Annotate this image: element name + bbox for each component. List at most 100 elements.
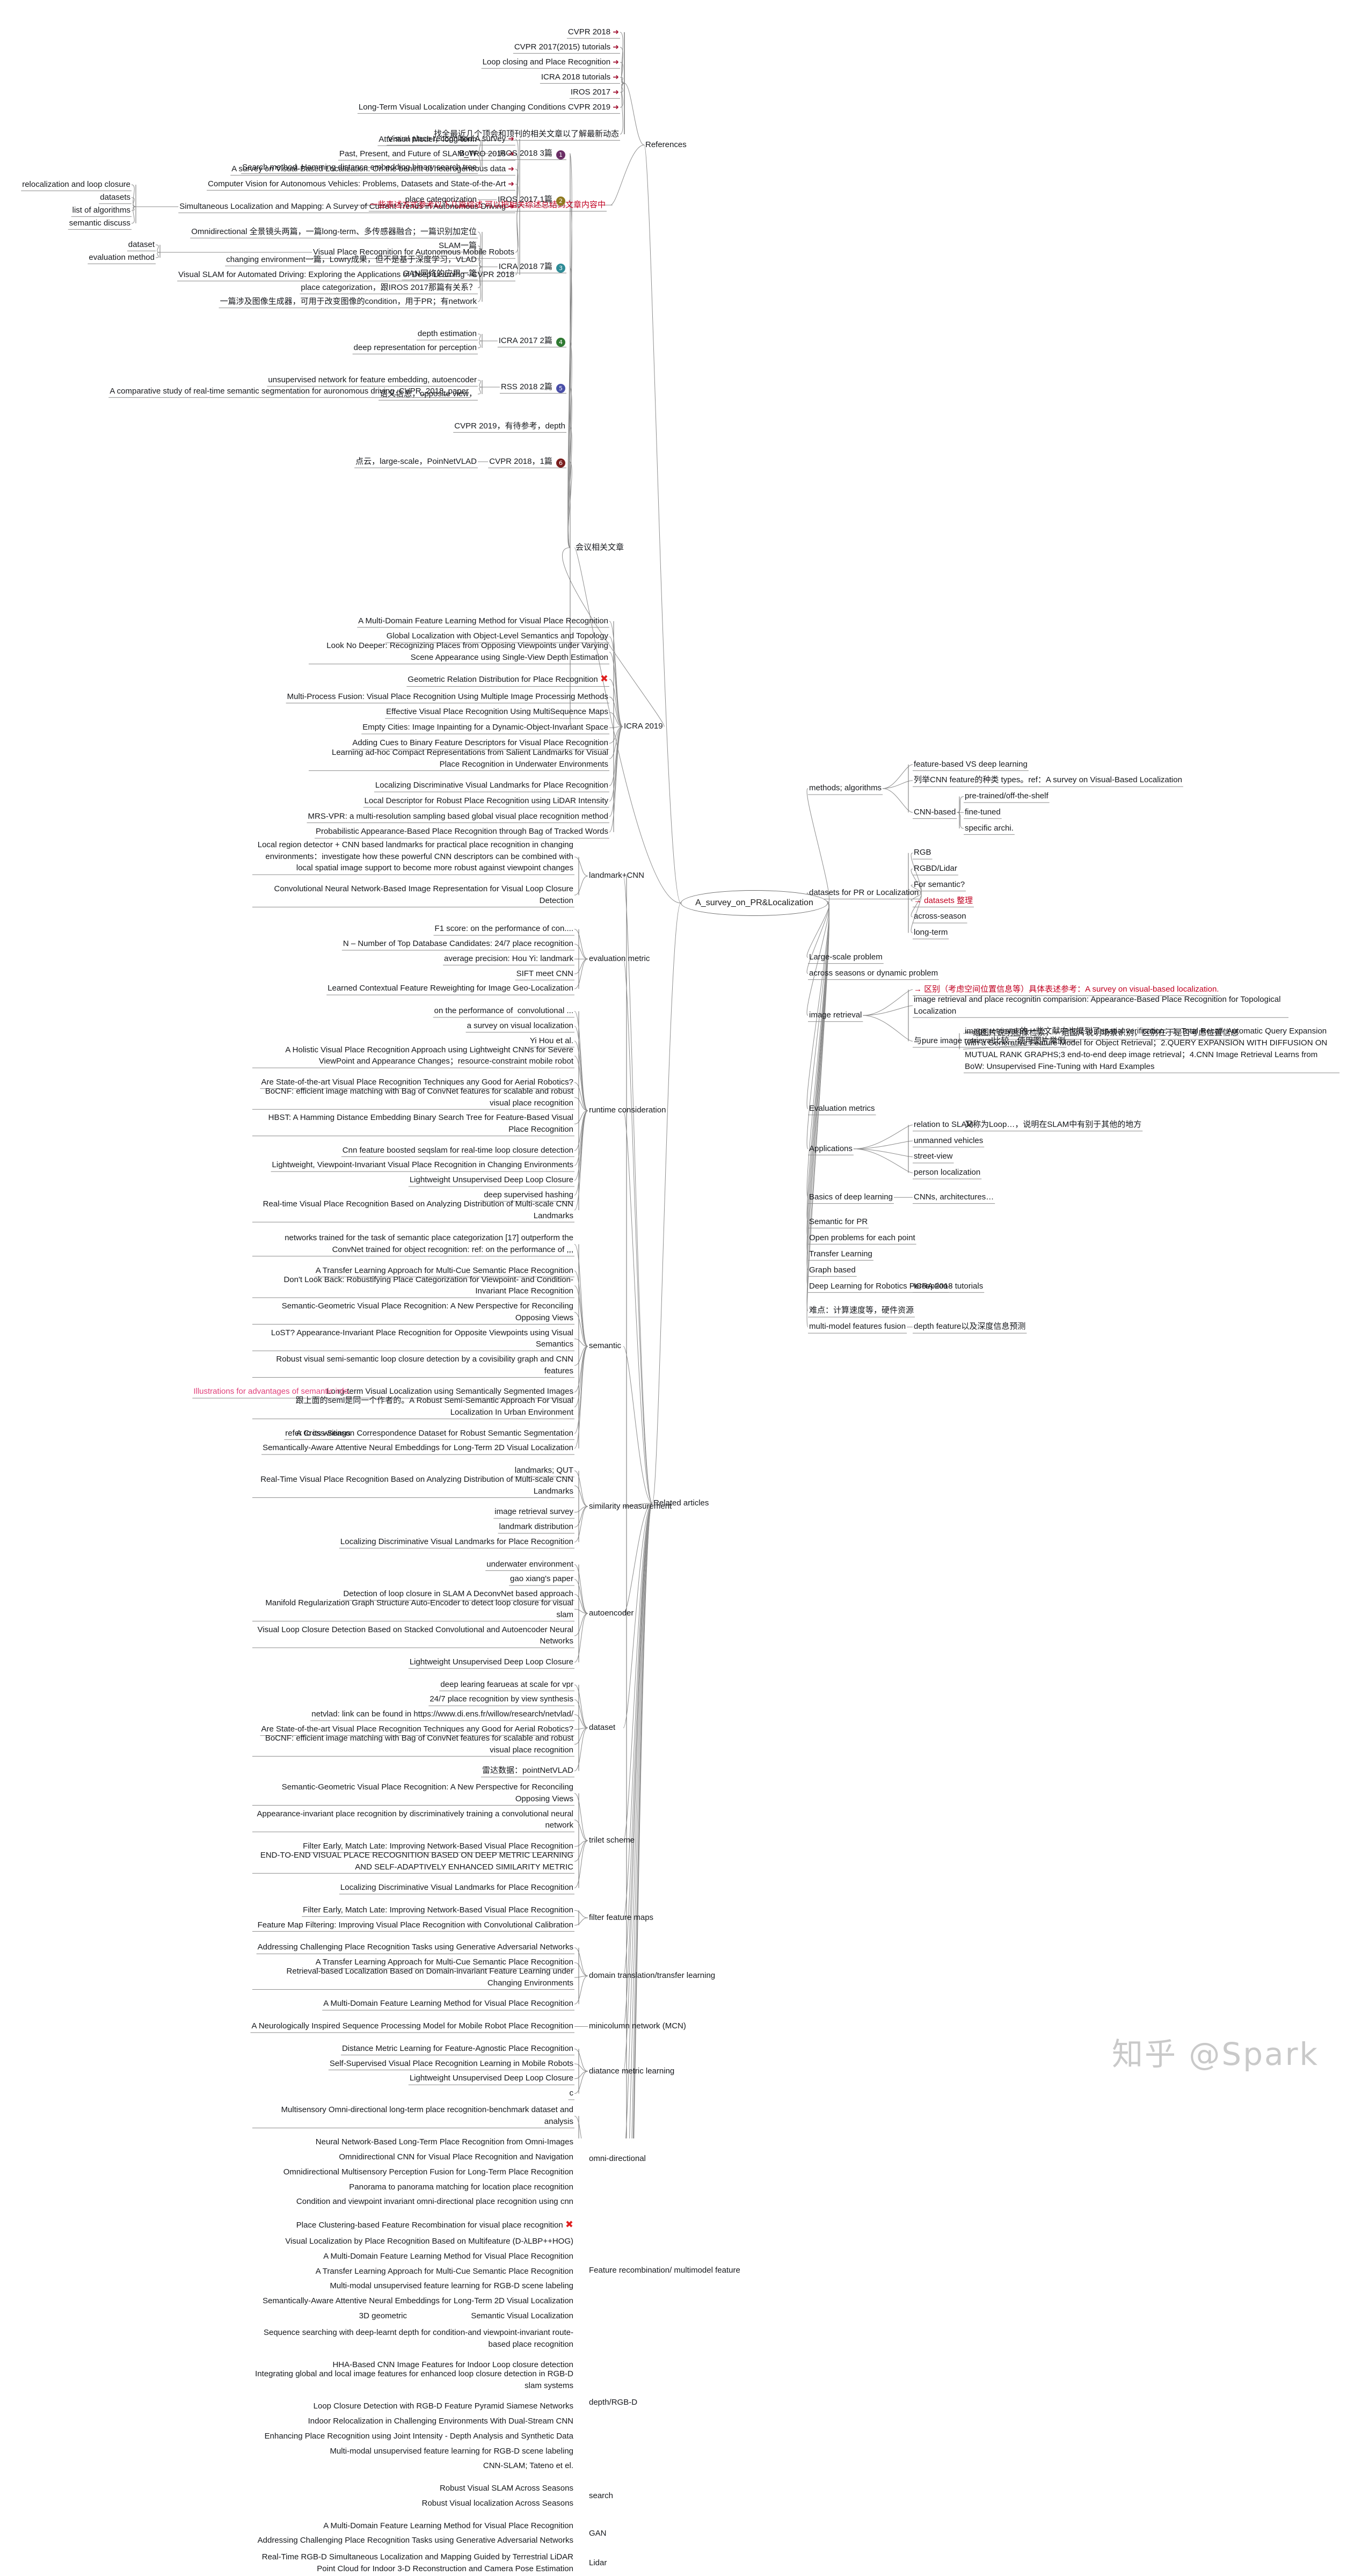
survey-grandchild[interactable]: 又称为Loop…，说明在SLAM中有别于其他的地方 [964, 1118, 1142, 1132]
related-group-label[interactable]: filter feature maps [588, 1911, 654, 1925]
conference-group-title[interactable]: CVPR 2018，1篇 6 [488, 455, 566, 469]
survey-child[interactable]: image retrieval and place recognitin com… [913, 993, 1288, 1018]
survey-branch[interactable]: Semantic for PR [808, 1216, 869, 1229]
related-annotation[interactable]: refer to its writings [284, 1427, 352, 1440]
survey-item[interactable]: Past, Present, and Future of SLAM_TRO 20… [338, 148, 515, 161]
conference-child[interactable]: deep representation for perception [353, 341, 478, 355]
survey-child[interactable]: CNN-based [913, 806, 957, 819]
conference-group-title[interactable]: IROS 2018 3篇 1 [497, 147, 566, 161]
icra2019-item[interactable]: Look No Deeper: Recognizing Places from … [309, 639, 609, 665]
conference-child[interactable]: Attention Model，long-term [377, 133, 478, 147]
related-item[interactable]: Neural Network-Based Long-Term Place Rec… [315, 2136, 574, 2149]
survey-branch[interactable]: 难点：计算速度等，硬件资源 [808, 1304, 915, 1318]
icra2019-item[interactable]: Probabilistic Appearance-Based Place Rec… [315, 825, 609, 839]
related-item[interactable]: Semantic Visual Localization [470, 2310, 574, 2323]
related-group-label[interactable]: depth/RGB-D [588, 2396, 638, 2410]
survey-child[interactable]: RGBD/Lidar [913, 862, 958, 876]
related-item[interactable]: BoCNF: efficient image matching with Bag… [252, 1085, 574, 1110]
survey-branch[interactable]: Applications [808, 1143, 854, 1156]
icra2019-item[interactable]: Multi-Process Fusion: Visual Place Recog… [286, 690, 609, 704]
conference-child[interactable]: BoW [458, 147, 478, 161]
related-item[interactable]: Feature Map Filtering: Improving Visual … [252, 1919, 574, 1932]
conference-child[interactable]: place categorization，跟IROS 2017那篇有关系？ [300, 281, 478, 295]
survey-branch[interactable]: Basics of deep learning [808, 1191, 894, 1204]
conference-group-title[interactable]: IROS 2017 1篇 2 [497, 193, 566, 207]
related-item[interactable]: A Holistic Visual Place Recognition Appr… [252, 1044, 574, 1069]
related-item[interactable]: Lightweight Unsupervised Deep Loop Closu… [409, 1656, 574, 1669]
conference-child[interactable]: Search method. Hamming distance embeddin… [241, 161, 478, 174]
conference-child[interactable]: changing environment一篇，Lowry成果，但不是基于深度学习… [225, 253, 478, 267]
icra2019-label[interactable]: ICRA 2019 [623, 720, 664, 733]
survey-branch[interactable]: Evaluation metrics [808, 1102, 876, 1116]
conference-group-title[interactable]: ICRA 2018 7篇 3 [498, 260, 566, 274]
related-item[interactable]: Addressing Challenging Place Recognition… [257, 2534, 574, 2548]
icra2019-item[interactable]: Local Descriptor for Robust Place Recogn… [363, 795, 609, 808]
related-group-label[interactable]: GAN [588, 2527, 608, 2541]
related-item[interactable]: Convolutional Neural Network-Based Image… [252, 883, 574, 908]
icra2019-item[interactable]: Effective Visual Place Recognition Using… [385, 705, 609, 719]
survey-branch[interactable]: Open problems for each point [808, 1232, 916, 1245]
related-item[interactable]: Semantic-Geometric Visual Place Recognit… [252, 1300, 574, 1325]
related-item[interactable]: Loop Closure Detection with RGB-D Featur… [312, 2400, 574, 2413]
survey-slam-child[interactable]: semantic discuss [68, 217, 132, 230]
conference-child[interactable]: Omnidirectional 全景镜头两篇，一篇long-term、多传感器融… [190, 225, 478, 239]
icra2019-item[interactable]: Localizing Discriminative Visual Landmar… [374, 779, 609, 792]
related-item[interactable]: Real-time Visual Place Recognition Based… [252, 1198, 574, 1223]
survey-child[interactable]: relation to SLAM [913, 1118, 974, 1132]
survey-grandchild[interactable]: fine-tuned [964, 806, 1002, 819]
related-item[interactable]: Learned Contextual Feature Reweighting f… [326, 982, 574, 995]
related-item[interactable]: 24/7 place recognition by view synthesis [428, 1693, 574, 1706]
survey-vpr-child[interactable]: evaluation method [88, 251, 156, 265]
reference-item[interactable]: IROS 2017 ➜ [570, 86, 620, 99]
survey-branch[interactable]: Transfer Learning [808, 1248, 873, 1261]
related-item[interactable]: deep learing fearueas at scale for vpr [439, 1678, 574, 1692]
survey-branch[interactable]: image retrieval [808, 1009, 863, 1022]
related-item[interactable]: Omnidirectional CNN for Visual Place Rec… [338, 2151, 574, 2164]
survey-child[interactable]: street-view [913, 1150, 954, 1163]
related-item[interactable]: Multi-modal unsupervised feature learnin… [329, 2445, 574, 2458]
conference-child[interactable]: depth estimation [417, 328, 478, 341]
related-item[interactable]: Indoor Relocalization in Challenging Env… [307, 2415, 574, 2428]
related-item[interactable]: CNN-SLAM; Tateno et el. [482, 2459, 574, 2473]
icra2019-item[interactable]: A Multi-Domain Feature Learning Method f… [357, 615, 609, 628]
related-group-label[interactable]: search [588, 2490, 614, 2503]
branch-conference-papers[interactable]: 会议相关文章 [574, 541, 625, 555]
related-item[interactable]: Omnidirectional Multisensory Perception … [282, 2166, 574, 2179]
survey-child[interactable]: → datasets 整理 [913, 894, 974, 908]
related-item[interactable]: on the performance of convolutional ... [433, 1005, 574, 1018]
survey-child[interactable]: across-season [913, 910, 967, 923]
related-group-label[interactable]: runtime consideration [588, 1104, 667, 1117]
reference-item[interactable]: Loop closing and Place Recognition ➜ [482, 56, 620, 69]
related-item[interactable]: Filter Early, Match Late: Improving Netw… [302, 1904, 574, 1917]
related-annotation[interactable]: Illustrations for advantages of semantic… [192, 1385, 352, 1399]
related-item[interactable]: Lightweight, Viewpoint-Invariant Visual … [271, 1159, 574, 1172]
survey-child[interactable]: 与pure image retrieval比较，使用图片举例 [913, 1035, 1067, 1048]
related-item[interactable]: SIFT meet CNN [515, 967, 574, 981]
related-item[interactable]: A Neurologically Inspired Sequence Proce… [250, 2020, 574, 2033]
conference-child[interactable]: SLAM一篇 [438, 239, 478, 253]
survey-branch[interactable]: across seasons or dynamic problem [808, 967, 939, 980]
related-group-label[interactable]: diatance metric learning [588, 2065, 675, 2078]
conference-group-title[interactable]: ICRA 2017 2篇 4 [498, 334, 566, 348]
related-item[interactable]: A Multi-Domain Feature Learning Method f… [322, 2520, 574, 2533]
conference-child[interactable]: 一篇涉及图像生成器，可用于改变图像的condition，用于PR；有networ… [219, 295, 478, 309]
related-item[interactable]: Cnn feature boosted seqslam for real-tim… [341, 1144, 574, 1158]
reference-item[interactable]: CVPR 2017(2015) tutorials ➜ [513, 41, 620, 54]
related-item[interactable]: Robust Visual localization Across Season… [421, 2497, 574, 2510]
related-item[interactable]: HBST: A Hamming Distance Embedding Binar… [252, 1111, 574, 1137]
survey-child[interactable]: CNNs, architectures… [913, 1191, 995, 1204]
related-item[interactable]: Distance Metric Learning for Feature-Agn… [341, 2042, 574, 2056]
related-group-label[interactable]: dataset [588, 1721, 616, 1735]
related-group-label[interactable]: trilet scheme [588, 1834, 636, 1847]
related-item[interactable]: gao xiang's paper [509, 1573, 574, 1586]
related-item[interactable]: Self-Supervised Visual Place Recognition… [329, 2057, 574, 2071]
related-item[interactable]: Retrieval-based Localization Based on Do… [252, 1965, 574, 1990]
related-item[interactable]: Lightweight Unsupervised Deep Loop Closu… [409, 2072, 574, 2085]
related-item[interactable]: landmark distribution [498, 1520, 574, 1534]
root-node[interactable]: A_survey_on_PR&Localization [681, 890, 828, 916]
related-item[interactable]: Semantically-Aware Attentive Neural Embe… [261, 1442, 574, 1455]
survey-grandchild[interactable]: image retrieval 的一些文献中也提到了spatial verifi… [964, 1025, 1339, 1073]
survey-branch[interactable]: methods; algorithms [808, 782, 883, 795]
survey-child[interactable]: unmanned vehicles [913, 1134, 984, 1148]
related-item[interactable]: Semantically-Aware Attentive Neural Embe… [261, 2295, 574, 2308]
